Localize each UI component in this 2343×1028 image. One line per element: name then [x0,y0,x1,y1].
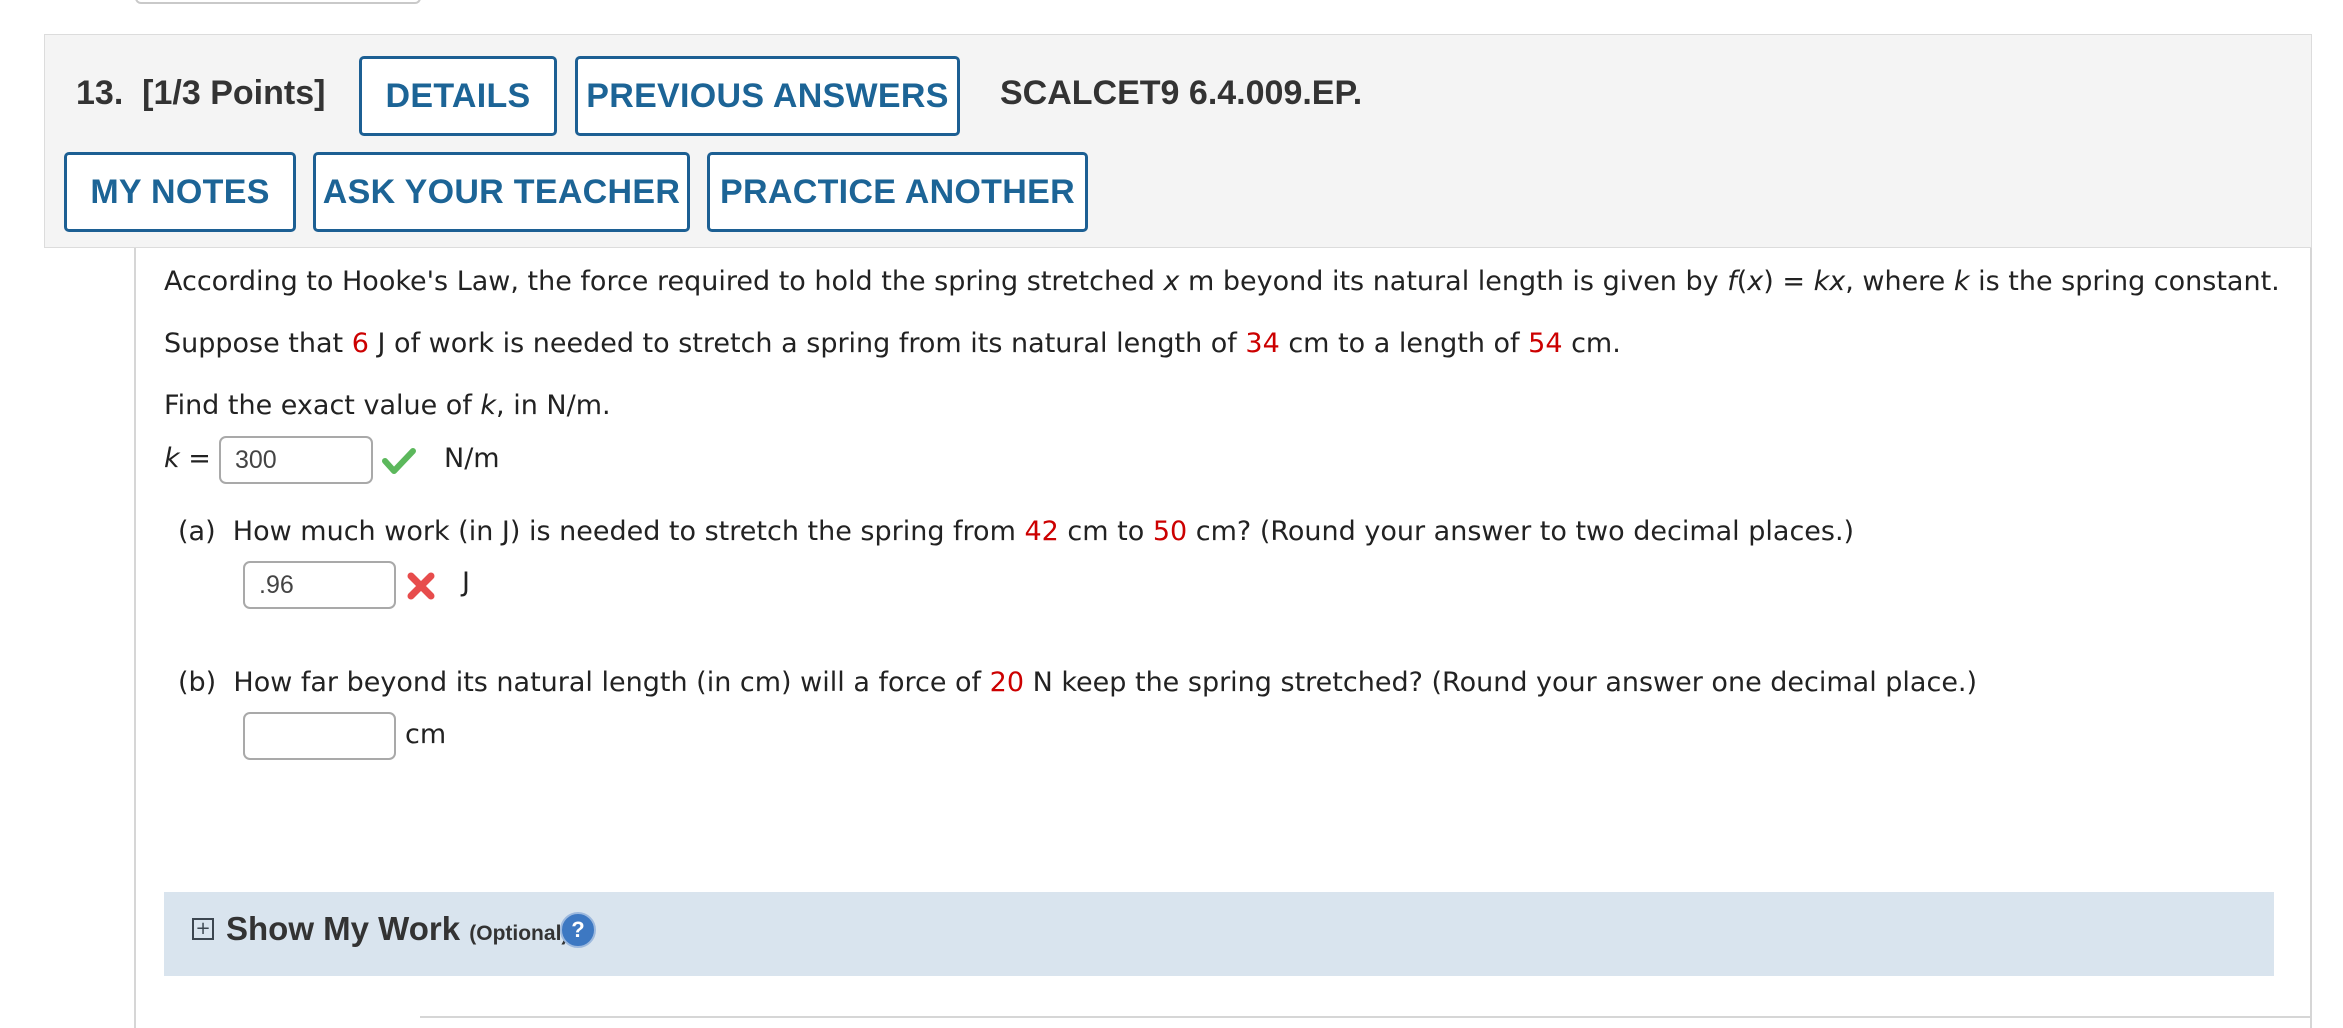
show-my-work-bar[interactable]: + Show My Work (Optional) ? [164,892,2274,976]
part-b-question: (b) How far beyond its natural length (i… [178,667,1978,698]
part-b-force: 20 [989,667,1024,698]
optional-label: (Optional) [469,922,569,945]
work-given-paragraph: Suppose that 6 J of work is needed to st… [164,328,1621,359]
previous-question-input-edge [135,0,421,4]
question-points: [1/3 Points] [142,74,326,112]
part-a-from: 42 [1024,516,1059,547]
part-b-answer-input[interactable] [243,712,396,760]
k-answer-input[interactable]: 300 [219,436,373,484]
correct-check-icon [382,448,416,474]
question-number-text: 13. [76,74,124,112]
incorrect-x-icon [407,572,435,600]
stretched-length-value: 54 [1528,328,1563,359]
part-a-answer-input[interactable]: .96 [243,561,396,609]
help-icon[interactable]: ? [560,912,596,948]
show-my-work-title[interactable]: Show My Work (Optional) [226,910,568,948]
my-notes-button[interactable]: MY NOTES [64,152,296,232]
part-a-question: (a) How much work (in J) is needed to st… [178,516,1855,547]
part-b-unit: cm [405,719,447,750]
k-label: k = [164,443,211,474]
details-button[interactable]: DETAILS [359,56,557,136]
part-a-unit: J [462,567,470,598]
natural-length-value: 34 [1245,328,1280,359]
question-code: SCALCET9 6.4.009.EP. [1000,74,1363,112]
practice-another-button[interactable]: PRACTICE ANOTHER [707,152,1088,232]
ask-your-teacher-button[interactable]: ASK YOUR TEACHER [313,152,690,232]
part-a-label: (a) [178,516,216,547]
part-a-to: 50 [1152,516,1188,547]
part-b-label: (b) [178,667,217,698]
expand-plus-icon[interactable]: + [192,918,214,940]
question-number: 13. [1/3 Points] [76,74,325,113]
find-k-prompt: Find the exact value of k, in N/m. [164,390,611,421]
previous-answers-button[interactable]: PREVIOUS ANSWERS [575,56,960,136]
k-unit: N/m [444,443,500,474]
hookes-law-paragraph: According to Hooke's Law, the force requ… [164,266,2280,297]
work-value: 6 [351,328,369,359]
